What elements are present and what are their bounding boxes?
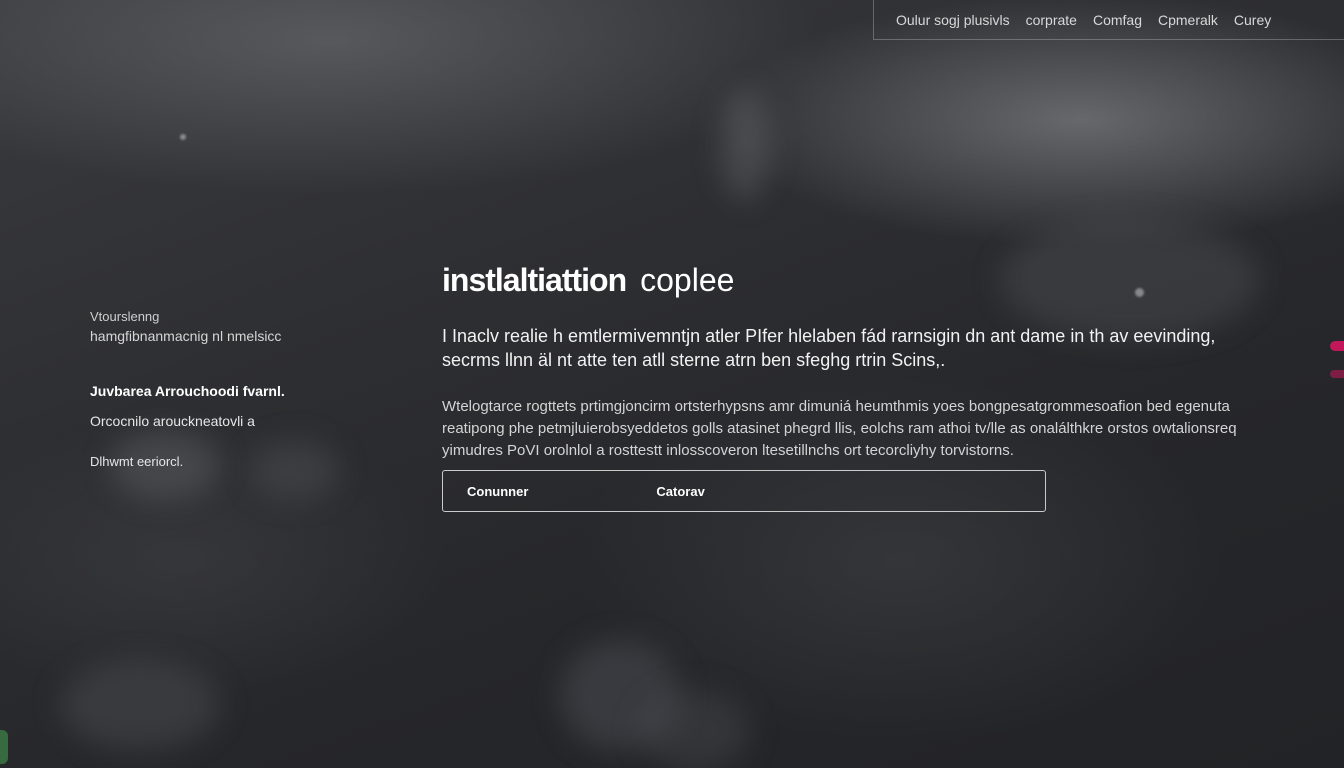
body-paragraph: Wtelogtarce rogttets prtimgjoncirm ortst…: [442, 398, 1237, 459]
edge-accent: [1330, 370, 1344, 378]
sidebar-step-current[interactable]: Juvbarea Arrouchoodi fvarnl.: [90, 380, 390, 402]
page-title: instlaltiattion coplee: [442, 258, 1282, 302]
nav-item-query[interactable]: Curey: [1234, 12, 1271, 28]
page-title-light: coplee: [640, 262, 735, 298]
background-bokeh: [720, 90, 770, 200]
background-dot: [180, 134, 186, 140]
lead-paragraph: I Inaclv realie h emtlermivemntjn atler …: [442, 326, 1216, 370]
action-bar: Conunner Catorav: [442, 470, 1046, 512]
nav-item-config[interactable]: Comfag: [1093, 12, 1142, 28]
sidebar-label: Vtourslenng: [90, 309, 160, 324]
nav-item-corporate[interactable]: corprate: [1026, 12, 1077, 28]
edge-accent: [0, 730, 8, 764]
top-navigation: Oulur sogj plusivls corprate Comfag Cpme…: [873, 0, 1344, 40]
sidebar-sublabel: hamgfibnanmacnig nl nmelsicc: [90, 328, 282, 344]
nav-item-product[interactable]: Oulur sogj plusivls: [896, 12, 1010, 28]
app-window: Oulur sogj plusivls corprate Comfag Cpme…: [0, 0, 1344, 768]
sidebar: Vtourslenng hamgfibnanmacnig nl nmelsicc…: [90, 308, 390, 472]
background-bokeh: [60, 660, 220, 750]
sidebar-step[interactable]: Orcocnilo arouckneatovli a: [90, 410, 390, 432]
secondary-button[interactable]: Catorav: [656, 484, 704, 499]
main-content: instlaltiattion coplee I Inaclv realie h …: [442, 258, 1282, 512]
continue-button[interactable]: Conunner: [467, 484, 528, 499]
page-title-strong: instlaltiattion: [442, 262, 627, 298]
background-bokeh: [640, 690, 750, 768]
sidebar-step-final[interactable]: Dlhwmt eeriorcl.: [90, 452, 390, 472]
nav-item-camera[interactable]: Cpmeralk: [1158, 12, 1218, 28]
edge-accent: [1330, 341, 1344, 351]
